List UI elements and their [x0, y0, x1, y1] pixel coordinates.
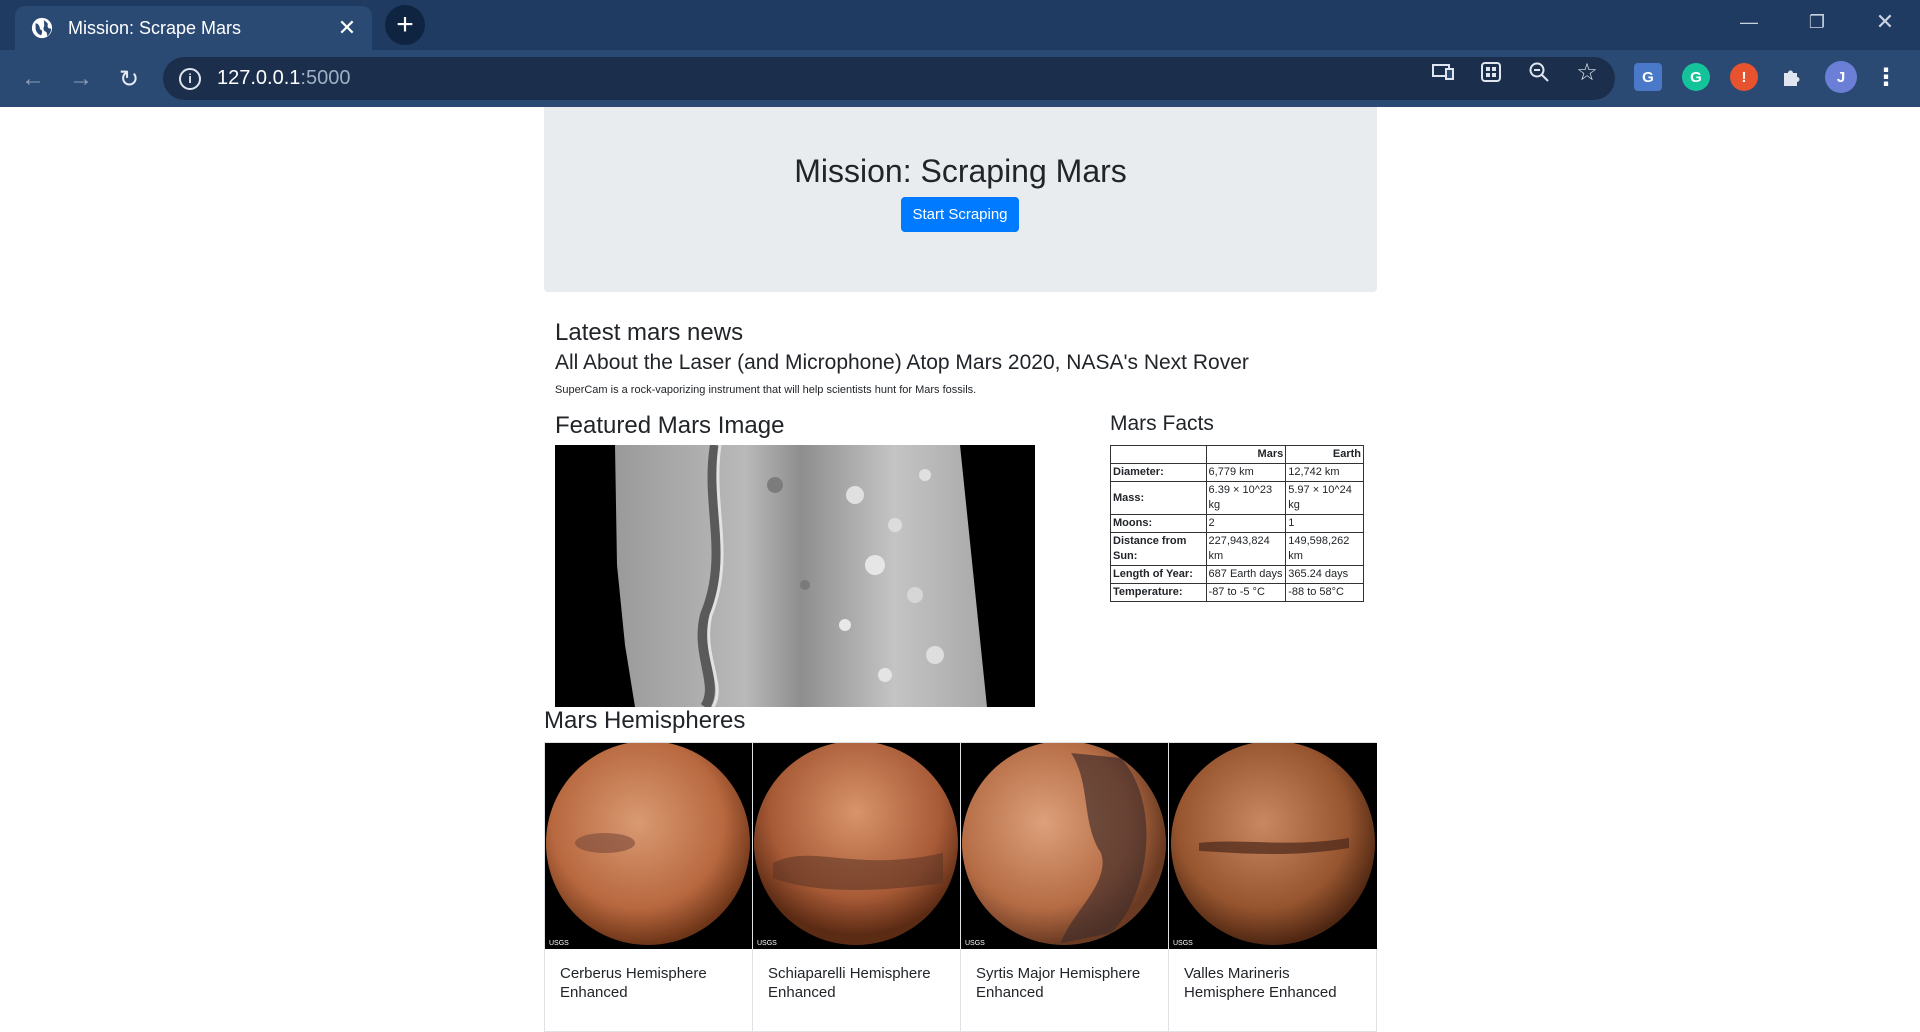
- hemisphere-card[interactable]: USGS Schiaparelli Hemisphere Enhanced: [752, 742, 960, 1032]
- svg-text:USGS: USGS: [549, 940, 569, 947]
- zoom-icon[interactable]: [1527, 61, 1551, 83]
- featured-image-heading: Featured Mars Image: [555, 412, 785, 439]
- start-scraping-button[interactable]: Start Scraping: [901, 197, 1019, 232]
- plus-icon[interactable]: +: [385, 5, 425, 45]
- hemisphere-caption: Syrtis Major Hemisphere Enhanced: [976, 965, 1141, 1001]
- news-title: All About the Laser (and Microphone) Ato…: [555, 351, 1249, 374]
- url-port: :5000: [300, 67, 351, 89]
- facts-heading: Mars Facts: [1110, 412, 1214, 435]
- cast-icon[interactable]: [1431, 61, 1455, 83]
- browser-tab[interactable]: Mission: Scrape Mars ✕: [15, 6, 372, 50]
- hemispheres-row: USGS Cerberus Hemisphere Enhanced USGS S…: [544, 742, 1377, 1032]
- hemisphere-caption: Cerberus Hemisphere Enhanced: [560, 965, 707, 1001]
- table-row: Diameter: 6,779 km 12,742 km: [1110, 463, 1364, 482]
- svg-text:USGS: USGS: [757, 940, 777, 947]
- table-row: Temperature: -87 to -5 °C -88 to 58°C: [1110, 583, 1364, 602]
- mars-value: 227,943,824 km: [1205, 532, 1287, 566]
- hemisphere-image: USGS: [961, 743, 1168, 949]
- page-viewport: Mission: Scraping Mars Start Scraping La…: [0, 107, 1920, 1032]
- earth-value: 12,742 km: [1285, 463, 1364, 482]
- alert-icon[interactable]: !: [1730, 63, 1758, 91]
- table-row: Moons: 2 1: [1110, 514, 1364, 533]
- close-icon[interactable]: ✕: [336, 17, 358, 39]
- minimize-button[interactable]: —: [1720, 0, 1778, 44]
- back-icon[interactable]: ←: [16, 62, 50, 96]
- hemisphere-card[interactable]: USGS Valles Marineris Hemisphere Enhance…: [1168, 742, 1377, 1032]
- mars-value: -87 to -5 °C: [1205, 583, 1287, 602]
- earth-value: 5.97 × 10^24 kg: [1285, 481, 1364, 515]
- close-window-button[interactable]: ✕: [1856, 0, 1914, 44]
- jumbotron: Mission: Scraping Mars Start Scraping: [544, 107, 1377, 292]
- news-paragraph: SuperCam is a rock-vaporizing instrument…: [555, 384, 977, 396]
- apps-icon[interactable]: [1479, 61, 1503, 83]
- hemisphere-image: USGS: [1169, 743, 1377, 949]
- row-label: Diameter:: [1110, 463, 1207, 482]
- info-icon[interactable]: i: [179, 67, 201, 90]
- svg-text:USGS: USGS: [1173, 940, 1193, 947]
- tab-title: Mission: Scrape Mars: [68, 17, 242, 38]
- mars-value: 6.39 × 10^23 kg: [1205, 481, 1287, 515]
- page-title: Mission: Scraping Mars: [794, 153, 1127, 189]
- restore-button[interactable]: ❐: [1788, 0, 1846, 44]
- table-row: Length of Year: 687 Earth days 365.24 da…: [1110, 565, 1364, 584]
- star-icon[interactable]: ☆: [1575, 59, 1599, 86]
- table-header-cell: Earth: [1285, 445, 1364, 464]
- hemispheres-heading: Mars Hemispheres: [544, 707, 746, 734]
- table-header-cell: Mars: [1205, 445, 1287, 464]
- mars-value: 2: [1205, 514, 1287, 533]
- url-host: 127.0.0.1: [217, 67, 301, 89]
- svg-text:USGS: USGS: [965, 940, 985, 947]
- featured-mars-image: [555, 445, 1035, 707]
- table-header-row: Mars Earth: [1110, 445, 1364, 464]
- table-header-cell: [1110, 445, 1207, 464]
- puzzle-icon[interactable]: [1778, 63, 1806, 91]
- hemisphere-card[interactable]: USGS Cerberus Hemisphere Enhanced: [544, 742, 752, 1032]
- forward-icon[interactable]: →: [64, 62, 98, 96]
- address-bar[interactable]: i 127.0.0.1:5000: [163, 57, 1615, 100]
- tab-strip: Mission: Scrape Mars ✕ + — ❐ ✕: [0, 0, 1920, 50]
- menu-icon[interactable]: ⋮: [1872, 63, 1900, 91]
- mars-value: 687 Earth days: [1205, 565, 1287, 584]
- earth-value: 365.24 days: [1285, 565, 1364, 584]
- reload-icon[interactable]: ↻: [112, 62, 146, 96]
- table-row: Mass: 6.39 × 10^23 kg 5.97 × 10^24 kg: [1110, 481, 1364, 515]
- hemisphere-card[interactable]: USGS Syrtis Major Hemisphere Enhanced: [960, 742, 1168, 1032]
- row-label: Distance from Sun:: [1110, 532, 1207, 566]
- avatar[interactable]: J: [1825, 61, 1857, 93]
- browser-toolbar: ← → ↻ i 127.0.0.1:5000 ☆ G G ! J ⋮: [0, 50, 1920, 107]
- earth-value: -88 to 58°C: [1285, 583, 1364, 602]
- mars-value: 6,779 km: [1205, 463, 1287, 482]
- row-label: Mass:: [1110, 481, 1207, 515]
- hemisphere-image: USGS: [753, 743, 960, 949]
- row-label: Length of Year:: [1110, 565, 1207, 584]
- earth-value: 1: [1285, 514, 1364, 533]
- globe-icon: [31, 17, 53, 39]
- table-row: Distance from Sun: 227,943,824 km 149,59…: [1110, 532, 1364, 566]
- translate-icon[interactable]: G: [1634, 63, 1662, 91]
- mars-facts-table: Mars Earth Diameter: 6,779 km 12,742 km …: [1110, 445, 1364, 602]
- hemisphere-caption: Schiaparelli Hemisphere Enhanced: [768, 965, 931, 1001]
- hemisphere-caption: Valles Marineris Hemisphere Enhanced: [1184, 965, 1337, 1001]
- news-heading: Latest mars news: [555, 319, 744, 346]
- earth-value: 149,598,262 km: [1285, 532, 1364, 566]
- grammarly-icon[interactable]: G: [1682, 63, 1710, 91]
- row-label: Temperature:: [1110, 583, 1207, 602]
- hemisphere-image: USGS: [545, 743, 752, 949]
- row-label: Moons:: [1110, 514, 1207, 533]
